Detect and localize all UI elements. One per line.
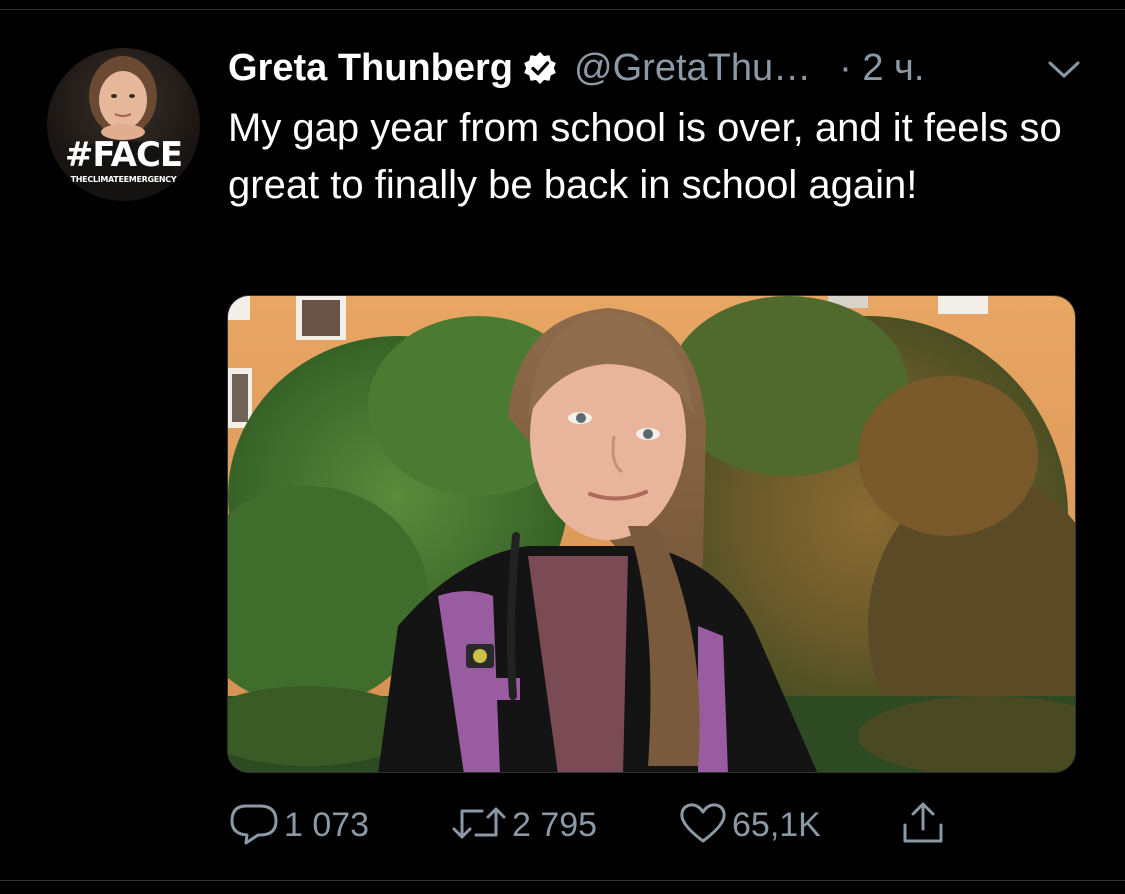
retweet-button[interactable]: 2 795 (450, 800, 597, 850)
photo-image (228, 296, 1075, 772)
avatar-subtext: THECLIMATEEMERGENCY (70, 175, 177, 184)
avatar[interactable]: #FACE THECLIMATEEMERGENCY (47, 48, 200, 201)
heart-icon (678, 801, 728, 850)
tweet-actions: 1 073 2 795 65,1K (0, 800, 1125, 850)
retweet-icon (450, 801, 508, 850)
like-count: 65,1K (732, 805, 821, 844)
author-handle[interactable]: @GretaThu… (574, 47, 811, 90)
tweet-photo[interactable] (227, 295, 1076, 773)
share-icon (898, 799, 948, 852)
tweet-timestamp[interactable]: · 2 ч. (839, 47, 924, 90)
author-display-name[interactable]: Greta Thunberg (228, 47, 513, 90)
verified-badge-icon (522, 50, 558, 86)
retweet-count: 2 795 (512, 805, 598, 844)
bottom-divider (0, 880, 1125, 881)
reply-button[interactable]: 1 073 (228, 800, 369, 850)
share-button[interactable] (898, 800, 948, 850)
top-divider (0, 9, 1125, 10)
reply-count: 1 073 (284, 805, 370, 844)
avatar-hashtag: #FACE (64, 135, 183, 175)
chevron-down-icon[interactable] (1044, 54, 1084, 84)
tweet-text: My gap year from school is over, and it … (228, 106, 1062, 207)
like-button[interactable]: 65,1K (678, 800, 821, 850)
tweet-header: Greta Thunberg @GretaThu… · 2 ч. (228, 44, 924, 92)
reply-icon (228, 801, 280, 850)
